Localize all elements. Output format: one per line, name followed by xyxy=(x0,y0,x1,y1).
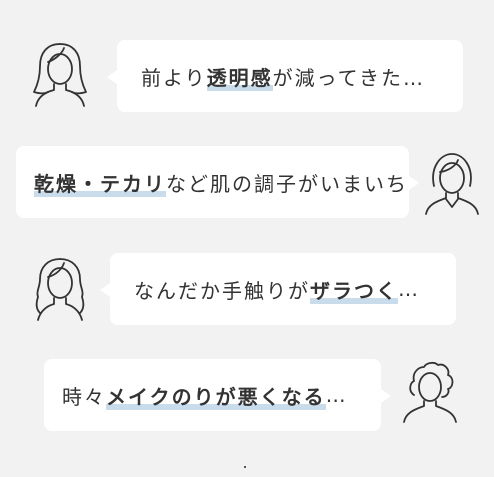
woman-long-hair-icon xyxy=(24,38,96,110)
message-bubble-3: なんだか手触りが ザラつく … xyxy=(100,253,456,325)
message-text-2-highlight: 乾燥・テカリ xyxy=(34,167,166,197)
message-text-2-part-1: など肌の調子がいまいち xyxy=(166,171,408,196)
message-bubble-1: 前より 透明感 が減ってきた… xyxy=(107,40,463,112)
message-bubble-2: 乾燥・テカリ など肌の調子がいまいち xyxy=(16,146,419,218)
message-text-3-part-1: なんだか手触りが xyxy=(134,278,310,303)
message-text-4-part-2: … xyxy=(325,383,348,407)
message-text-4-part-1: 時々 xyxy=(62,384,106,409)
message-text-1-highlight: 透明感 xyxy=(206,61,273,91)
message-bubble-4: 時々 メイクのりが悪くなる … xyxy=(44,359,391,431)
message-text-1-part-2: が減ってきた… xyxy=(272,65,426,90)
divider-dot xyxy=(244,466,246,468)
woman-short-hair-icon xyxy=(416,146,488,218)
message-text-4-highlight: メイクのりが悪くなる xyxy=(106,380,326,410)
message-text-3-part-2: … xyxy=(398,277,420,301)
message-text-1-part-1: 前より xyxy=(141,65,207,90)
woman-wavy-long-hair-icon xyxy=(24,253,96,325)
message-text-3-highlight: ザラつく xyxy=(310,274,398,304)
woman-curly-hair-icon xyxy=(394,355,466,427)
